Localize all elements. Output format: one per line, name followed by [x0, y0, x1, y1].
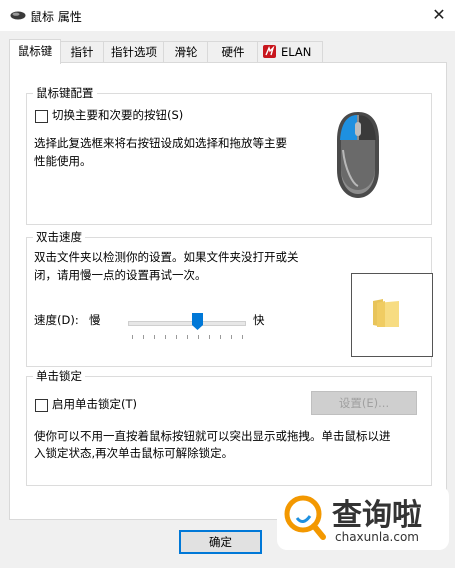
tab-pointer-options[interactable]: 指针选项 [103, 41, 165, 62]
click-lock-checkbox[interactable] [35, 399, 48, 412]
slider-tick [242, 335, 243, 339]
switch-buttons-checkbox[interactable] [35, 110, 48, 123]
tab-strip: 鼠标键 指针 指针选项 滑轮 硬件 ELAN [9, 39, 449, 64]
click-lock-label[interactable]: 启用单击锁定(T) [52, 395, 137, 413]
tab-elan[interactable]: ELAN [257, 41, 323, 62]
click-lock-desc-line2: 入锁定状态,再次单击鼠标可解除锁定。 [34, 446, 234, 460]
slider-tick [154, 335, 155, 339]
ok-button[interactable]: 确定 [179, 530, 262, 554]
double-click-desc-line1: 双击文件夹以检测你的设置。如果文件夹没打开或关 [34, 250, 299, 264]
test-folder-area[interactable] [351, 273, 433, 357]
title-bar: 鼠标 属性 ✕ [0, 0, 455, 31]
slider-tick [176, 335, 177, 339]
slow-label: 慢 [89, 313, 101, 327]
speed-slider-track[interactable] [128, 321, 246, 326]
click-lock-settings-button[interactable]: 设置(E)... [311, 391, 417, 415]
button-config-desc-line1: 选择此复选框来将右按钮设成如选择和拖放等主要 [34, 136, 287, 150]
magnifier-logo-icon [284, 495, 326, 540]
window-title: 鼠标 属性 [30, 10, 82, 24]
tab-buttons[interactable]: 鼠标键 [9, 39, 61, 64]
slider-tick [209, 335, 210, 339]
mouse-illustration-icon [337, 112, 379, 198]
slider-tick [187, 335, 188, 339]
slider-tick [198, 335, 199, 339]
speed-label: 速度(D): [34, 313, 79, 327]
slider-tick [231, 335, 232, 339]
double-click-title: 双击速度 [33, 229, 85, 245]
folder-icon [373, 299, 399, 327]
watermark-brand: 查询啦 [332, 498, 422, 533]
tab-pointers[interactable]: 指针 [59, 41, 105, 62]
speed-slider-thumb[interactable] [192, 313, 204, 330]
fast-label: 快 [253, 313, 265, 327]
double-click-desc-line2: 闭，请用慢一点的设置再试一次。 [34, 268, 207, 282]
click-lock-title: 单击锁定 [33, 368, 85, 384]
click-lock-desc-line1: 使你可以不用一直按着鼠标按钮就可以突出显示或拖拽。单击鼠标以进 [34, 429, 391, 443]
close-icon[interactable]: ✕ [425, 2, 453, 28]
mouse-title-icon [10, 11, 26, 20]
watermark-domain: chaxunla.com [335, 530, 419, 544]
switch-buttons-label[interactable]: 切换主要和次要的按钮(S) [52, 106, 183, 124]
slider-tick [143, 335, 144, 339]
slider-tick [220, 335, 221, 339]
slider-tick [132, 335, 133, 339]
tab-elan-label: ELAN [281, 45, 312, 59]
elan-logo-icon [263, 45, 276, 58]
button-config-title: 鼠标键配置 [33, 85, 97, 101]
watermark: 查询啦 chaxunla.com [277, 486, 449, 550]
button-config-desc-line2: 性能使用。 [34, 154, 92, 168]
slider-tick [165, 335, 166, 339]
tab-wheel[interactable]: 滑轮 [163, 41, 209, 62]
tab-hardware[interactable]: 硬件 [207, 41, 259, 62]
